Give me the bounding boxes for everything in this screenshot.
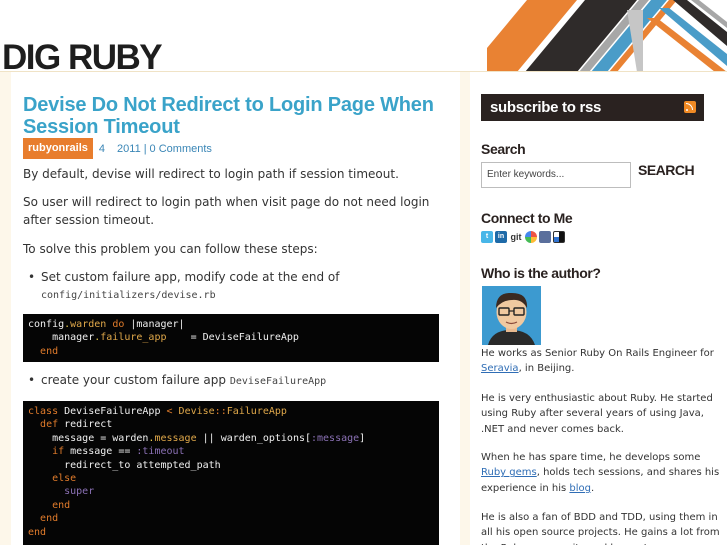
linkedin-icon[interactable]: in (495, 231, 507, 243)
list-item: create your custom failure app DeviseFai… (28, 372, 441, 390)
post-paragraph: By default, devise will redirect to logi… (23, 167, 399, 181)
post-paragraph: To solve this problem you can follow the… (23, 242, 318, 256)
author-bio-paragraph: He is also a fan of BDD and TDD, using t… (481, 512, 720, 545)
bio-text: , in Beijing. (518, 363, 575, 375)
inline-code: config/initializers/devise.rb (41, 290, 216, 301)
list-item-text: Set custom failure app, modify code at t… (41, 270, 340, 284)
meta-separator: | (143, 142, 147, 155)
bio-text: . (591, 482, 595, 494)
connect-heading: Connect to Me (481, 210, 573, 226)
search-input[interactable]: Enter keywords... (481, 162, 631, 188)
comments-link[interactable]: 0 Comments (150, 143, 212, 155)
site-logo[interactable]: DIG RUBY (2, 38, 163, 72)
bio-text: He works as Senior Ruby On Rails Enginee… (481, 348, 714, 359)
site-header: DIG RUBY (0, 0, 727, 72)
ruby-gems-link[interactable]: Ruby gems (481, 467, 537, 478)
avatar-illustration (482, 286, 541, 345)
git-icon[interactable]: git (509, 231, 523, 243)
rss-label: subscribe to rss (490, 99, 602, 116)
list-item: Set custom failure app, modify code at t… (28, 269, 441, 304)
google-plus-icon[interactable] (525, 231, 537, 243)
delicious-icon[interactable] (553, 231, 565, 243)
blog-link[interactable]: blog (569, 483, 591, 494)
author-bio-paragraph: He works as Senior Ruby On Rails Enginee… (481, 346, 721, 377)
list-item-text: create your custom failure app (41, 373, 227, 387)
category-tag[interactable]: rubyonrails (23, 138, 93, 159)
search-button[interactable]: SEARCH (638, 162, 695, 180)
bookmark-icon[interactable] (539, 231, 551, 243)
search-heading: Search (481, 141, 526, 157)
rss-icon (684, 101, 696, 113)
sidebar: subscribe to rss Search Enter keywords..… (470, 72, 727, 545)
code-block: class DeviseFailureApp < Devise::Failure… (23, 401, 439, 545)
post-meta: rubyonrails 4 2011 | 0 Comments (23, 138, 212, 159)
post-paragraph: So user will redirect to login path when… (23, 195, 430, 227)
code-block: config.warden do |manager| manager.failu… (23, 314, 439, 362)
subscribe-rss-button[interactable]: subscribe to rss (481, 94, 704, 121)
stripe-group (487, 0, 727, 72)
post-content: Devise Do Not Redirect to Login Page Whe… (11, 72, 460, 545)
author-bio-paragraph: When he has spare time, he develops some… (481, 450, 721, 496)
search-placeholder: Enter keywords... (487, 169, 565, 180)
author-bio-paragraph: He is very enthusiastic about Ruby. He s… (481, 393, 713, 435)
post-date-year: 2011 (117, 142, 141, 155)
author-heading: Who is the author? (481, 265, 601, 281)
decorative-stripes (487, 0, 727, 72)
social-icons: t in git (481, 231, 565, 243)
post-date-day: 4 (98, 142, 106, 155)
twitter-icon[interactable]: t (481, 231, 493, 243)
seravia-link[interactable]: Seravia (481, 363, 519, 374)
author-avatar (482, 286, 541, 345)
inline-code: DeviseFailureApp (229, 376, 327, 387)
post-title[interactable]: Devise Do Not Redirect to Login Page Whe… (23, 94, 453, 138)
bio-text: When he has spare time, he develops some (481, 452, 701, 463)
